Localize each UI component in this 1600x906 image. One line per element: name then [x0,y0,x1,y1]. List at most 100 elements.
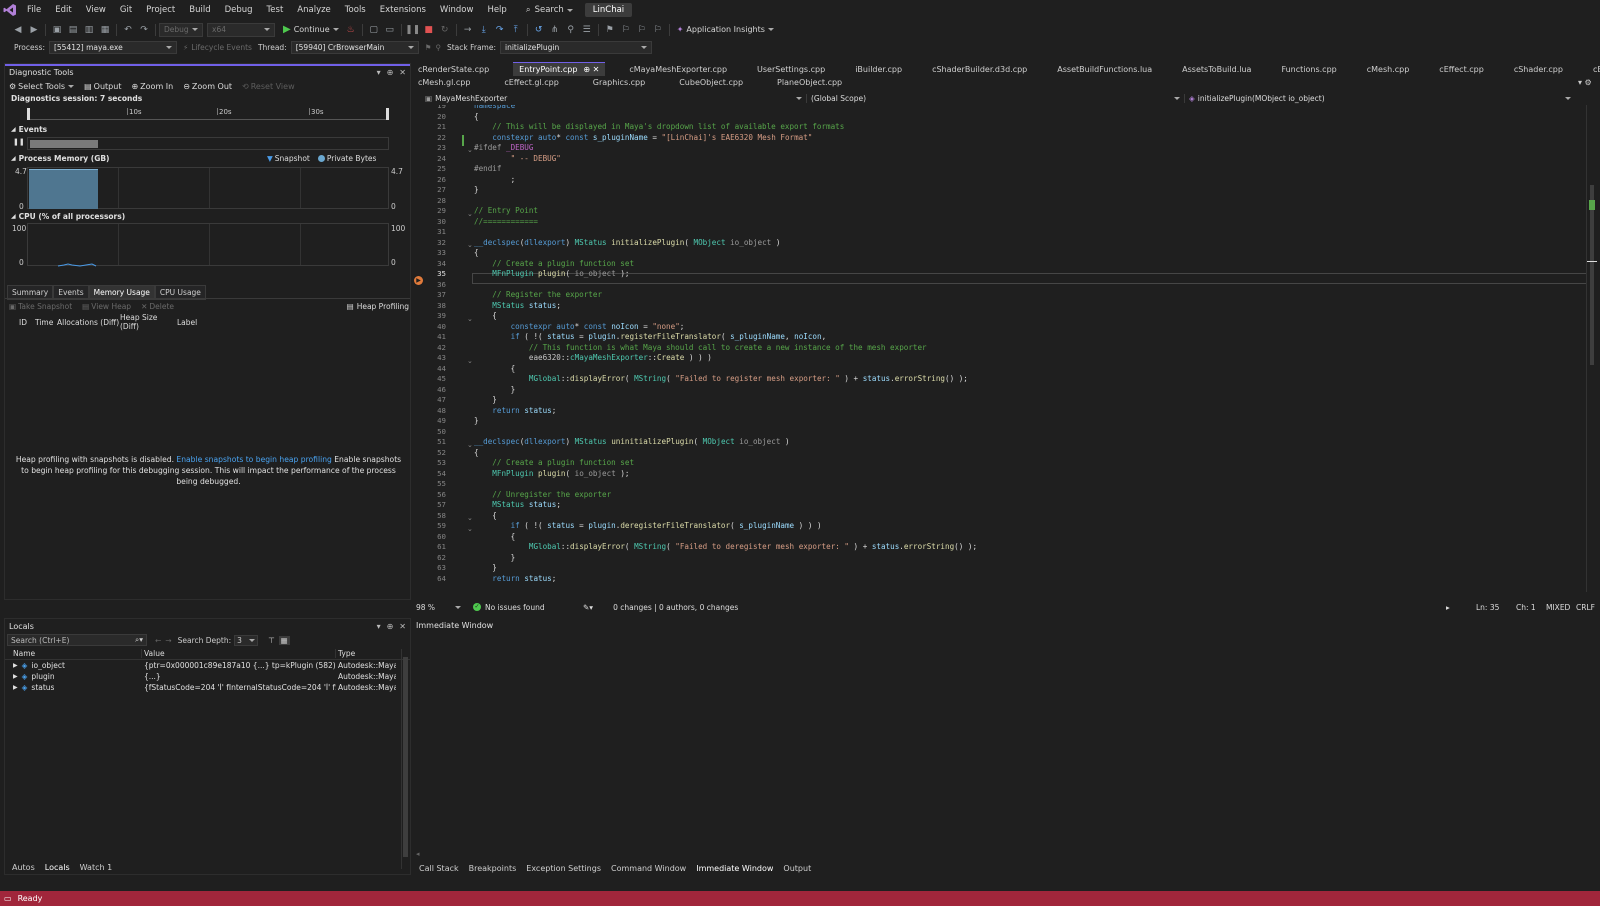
tab-autos[interactable]: Autos [7,863,40,872]
document-tab[interactable]: cMayaMeshExporter.cpp [623,62,733,76]
project-combo[interactable]: ▣ MayaMeshExporter [425,93,807,103]
document-tab[interactable]: cShaderBuilder.d3d.cpp [926,62,1033,76]
folder-icon[interactable]: ▢ [366,22,382,38]
column-header[interactable]: Allocations (Diff) [57,318,120,327]
document-tab[interactable]: cMesh.gl.cpp [412,75,476,89]
view-heap-button[interactable]: ▤ View Heap [82,302,131,311]
brush-icon[interactable]: ✎▾ [583,603,593,612]
redo-icon[interactable]: ↷ [136,22,152,38]
search-box[interactable]: ⌕ Search [520,5,579,15]
column-header[interactable]: Value [142,649,336,658]
save-icon[interactable]: ▥ [81,22,97,38]
immediate-window-panel[interactable]: Immediate Window ◂ Call Stack Breakpoint… [412,618,1600,875]
events-section-header[interactable]: ◢ Events [11,125,47,134]
menu-test[interactable]: Test [260,0,291,20]
column-header[interactable]: Type [336,649,355,658]
save-all-icon[interactable]: ▦ [97,22,113,38]
search-depth-combo[interactable]: 3 [234,634,259,646]
menu-analyze[interactable]: Analyze [290,0,338,20]
column-header[interactable]: Heap Size (Diff) [120,313,177,331]
fold-icon[interactable]: ⌄ [467,514,473,522]
timeline-start-handle[interactable] [27,108,30,120]
timeline-end-handle[interactable] [386,108,389,120]
take-snapshot-button[interactable]: ▣ Take Snapshot [9,302,72,311]
lifecycle-icon[interactable]: ⚡ [183,43,188,52]
zoom-level[interactable]: 98 % [412,603,452,612]
column-header[interactable]: ID [19,318,35,327]
search-forward-icon[interactable]: → [165,636,171,645]
editor-vertical-scrollbar[interactable] [1586,105,1597,592]
continue-button[interactable]: ▶ Continue [279,24,343,35]
table-row[interactable]: ▶ ◈ io_object {ptr=0x000001c89e187a10 {...}… [5,660,410,671]
fold-icon[interactable]: ⌄ [467,241,473,249]
menu-edit[interactable]: Edit [48,0,78,20]
pause-icon[interactable]: ❚❚ [405,22,421,38]
document-tab[interactable]: Graphics.cpp [587,75,651,89]
pin-icon[interactable]: ⊕ [387,622,394,631]
menu-window[interactable]: Window [433,0,481,20]
lifecycle-events[interactable]: Lifecycle Events [191,43,252,52]
menu-file[interactable]: File [20,0,48,20]
zoom-out-button[interactable]: ⊖ Zoom Out [183,82,232,91]
threads-filter-icon[interactable]: ⚲ [435,43,441,52]
fold-icon[interactable]: ⌄ [467,357,473,365]
clear-bookmarks-icon[interactable]: ⚐ [650,22,666,38]
search-back-icon[interactable]: ← [155,636,161,645]
tab-call-stack[interactable]: Call Stack [414,864,464,873]
process-memory-header[interactable]: ◢ Process Memory (GB) [11,154,110,163]
screen-icon[interactable]: ▭ [382,22,398,38]
timeline-ruler[interactable]: 10s 20s 30s [27,108,389,120]
flag-thread-icon[interactable]: ⚑ [425,43,432,52]
document-tab[interactable]: cBuffer.gl.cpp [1587,62,1600,76]
thread-combo[interactable]: [59940] CrBrowserMain [290,40,419,54]
menu-view[interactable]: View [79,0,113,20]
column-header[interactable]: Label [177,318,197,327]
threads-icon[interactable]: ⋔ [547,22,563,38]
document-tab[interactable]: cShader.cpp [1508,62,1569,76]
expand-icon[interactable]: ▶ [13,662,18,669]
navigate-back-icon[interactable]: ◀ [10,22,26,38]
tab-watch-1[interactable]: Watch 1 [75,863,118,872]
dropdown-icon[interactable]: ▾ [377,622,381,631]
document-tab[interactable]: cEffect.cpp [1433,62,1490,76]
next-bookmark-icon[interactable]: ⚐ [634,22,650,38]
scope-combo[interactable]: (Global Scope) [807,93,1185,103]
fold-icon[interactable]: ⌄ [467,210,473,218]
document-tab[interactable]: iBuilder.cpp [849,62,908,76]
document-tab[interactable]: cRenderState.cpp [412,62,495,76]
zoom-dropdown-icon[interactable] [455,605,461,609]
navigate-forward-icon[interactable]: ▶ [26,22,42,38]
tab-locals[interactable]: Locals [40,863,75,872]
process-memory-chart[interactable] [27,167,389,209]
cpu-chart[interactable] [27,223,389,267]
heap-profiling-button[interactable]: ▤ Heap Profiling [347,302,409,311]
fold-icon[interactable]: ⌄ [467,525,473,533]
document-tab[interactable]: PlaneObject.cpp [771,75,848,89]
tab-command-window[interactable]: Command Window [606,864,691,873]
document-tab[interactable]: CubeObject.cpp [673,75,749,89]
tab-immediate-window[interactable]: Immediate Window [691,864,778,873]
tab-close-icon[interactable]: ⊕ ✕ [583,65,599,74]
process-combo[interactable]: [55412] maya.exe [48,40,177,54]
menu-build[interactable]: Build [182,0,217,20]
reset-view-button[interactable]: ⟲ Reset View [242,82,295,91]
close-icon[interactable]: ✕ [399,622,406,631]
fold-icon[interactable]: ⌄ [467,315,473,323]
pause-events-icon[interactable]: ❚❚ [13,138,25,146]
column-header[interactable]: Time [35,318,57,327]
close-icon[interactable]: ✕ [399,68,406,77]
variable-value[interactable]: {fStatusCode=204 'Ì' fInternalStatusCode… [142,683,336,692]
select-tools-button[interactable]: ⚙ Select Tools [9,82,75,91]
hot-reload-icon[interactable]: ♨ [343,22,359,38]
stack-frame-combo[interactable]: initializePlugin [500,40,652,54]
hot-restart-icon[interactable]: ↺ [531,22,547,38]
document-tab[interactable]: Functions.cpp [1275,62,1342,76]
menu-extensions[interactable]: Extensions [373,0,433,20]
scroll-left-icon[interactable]: ◂ [416,850,420,858]
menu-project[interactable]: Project [139,0,182,20]
variable-value[interactable]: {...} [142,672,336,681]
column-header[interactable]: Name [5,649,142,658]
tab-output[interactable]: Output [778,864,816,873]
enable-snapshots-link[interactable]: Enable snapshots to begin heap profiling [176,455,331,464]
cpu-section-header[interactable]: ◢ CPU (% of all processors) [11,212,125,221]
